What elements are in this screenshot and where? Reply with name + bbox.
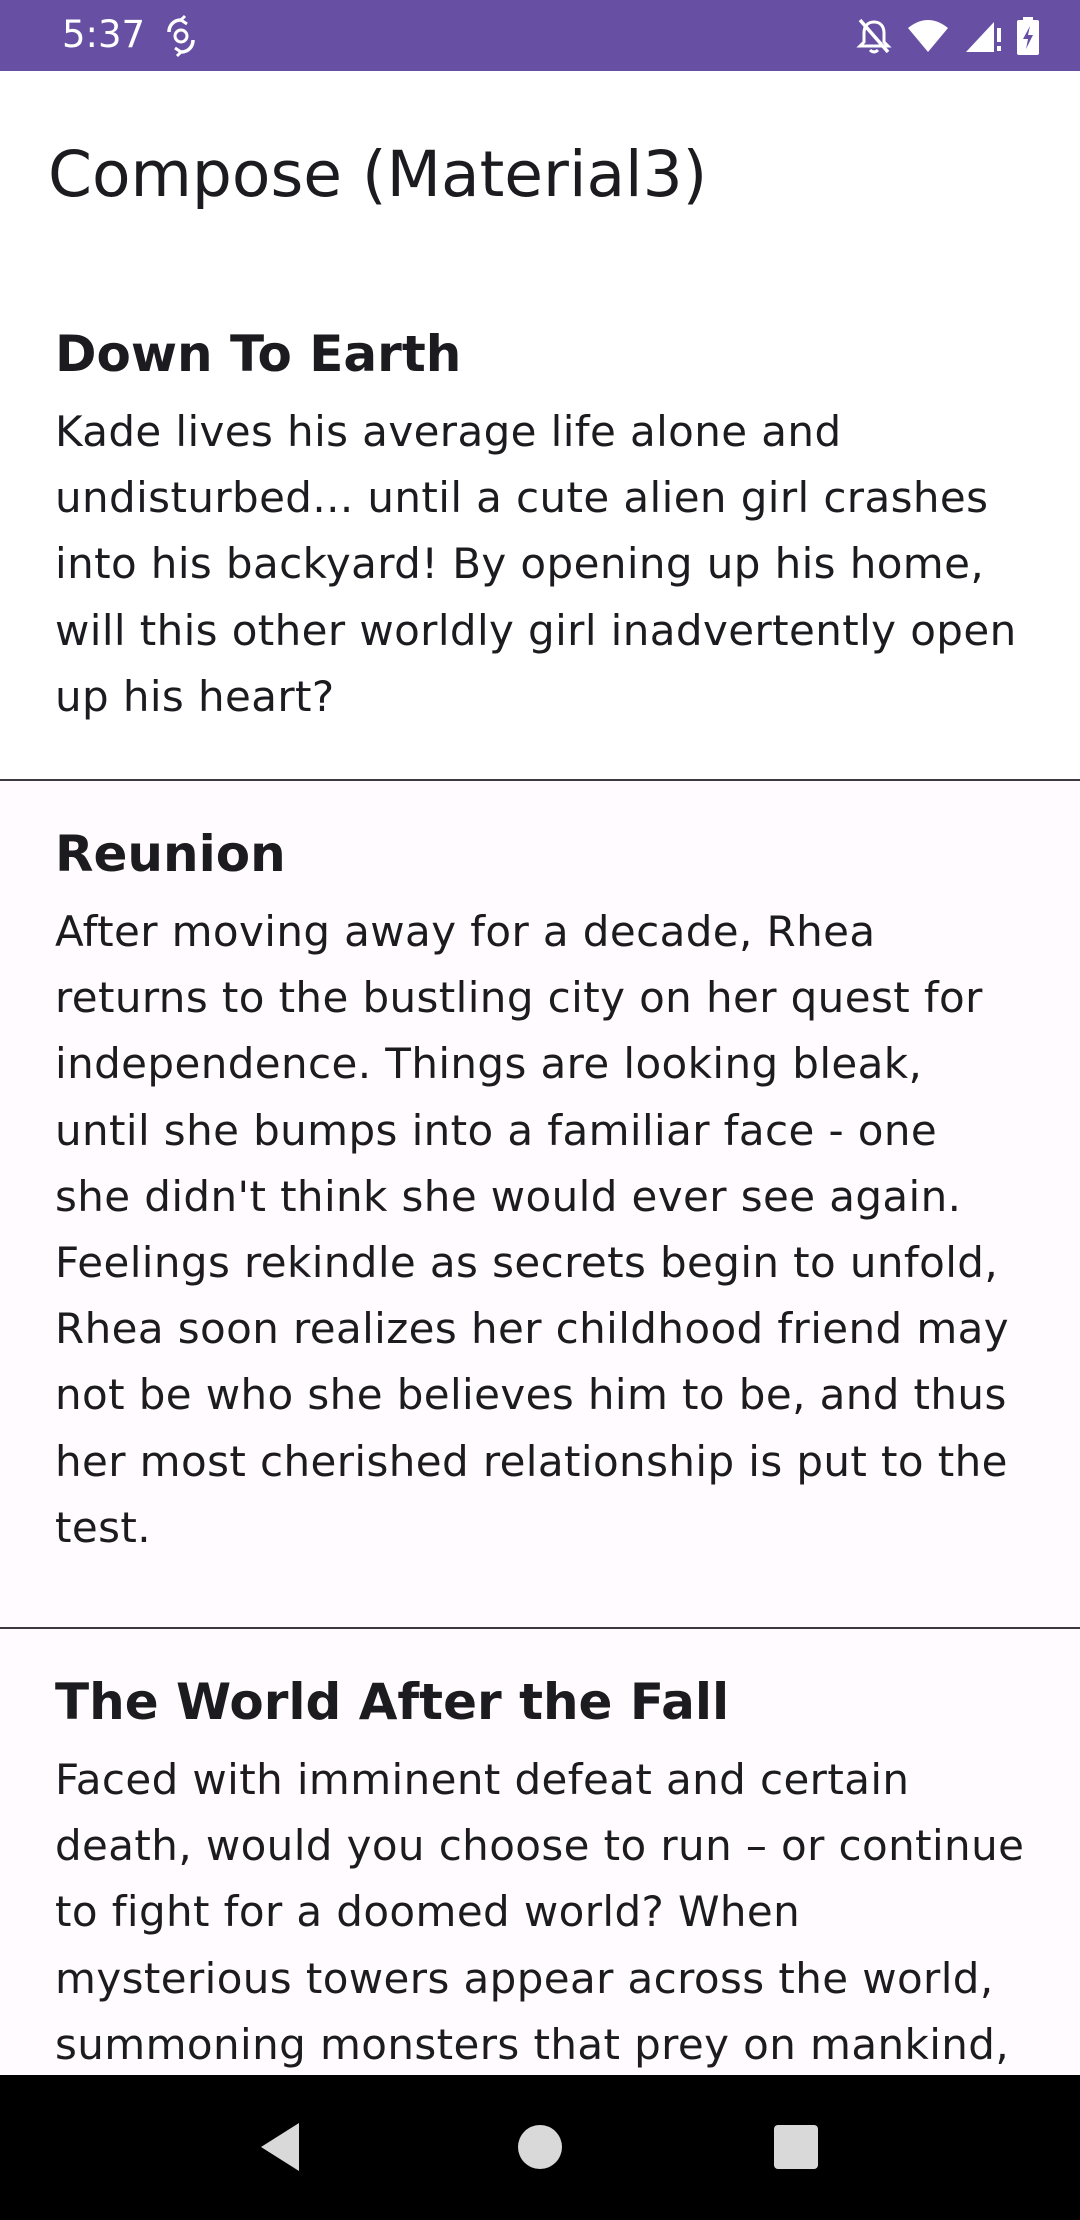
system-navigation-bar (0, 2075, 1080, 2220)
home-icon[interactable] (510, 2117, 570, 2177)
back-icon[interactable] (255, 2117, 315, 2177)
story-description: Kade lives his average life alone and un… (55, 407, 1017, 721)
list-item[interactable]: Down To Earth Kade lives his average lif… (0, 271, 1080, 781)
story-list[interactable]: Down To Earth Kade lives his average lif… (0, 271, 1080, 2075)
status-bar: 5:37 (0, 0, 1080, 71)
list-item[interactable]: The World After the Fall Faced with immi… (0, 1629, 1080, 2075)
story-description: After moving away for a decade, Rhea ret… (55, 907, 1010, 1552)
status-icons (856, 14, 1040, 58)
sync-icon (167, 14, 195, 58)
battery-charging-icon (1017, 17, 1039, 55)
top-app-bar: Compose (Material3) (0, 71, 1080, 271)
page-title: Compose (Material3) (48, 138, 708, 211)
recents-icon[interactable] (766, 2117, 826, 2177)
list-item[interactable]: Reunion After moving away for a decade, … (0, 781, 1080, 1629)
status-time: 5:37 (62, 13, 146, 56)
notifications-off-icon (856, 18, 892, 54)
story-description: Faced with imminent defeat and certain d… (55, 1755, 1025, 2069)
story-title: The World After the Fall (55, 1673, 730, 1731)
story-title: Reunion (55, 825, 286, 883)
signal-icon (966, 22, 1001, 52)
story-title: Down To Earth (55, 325, 462, 383)
wifi-icon (908, 20, 948, 52)
